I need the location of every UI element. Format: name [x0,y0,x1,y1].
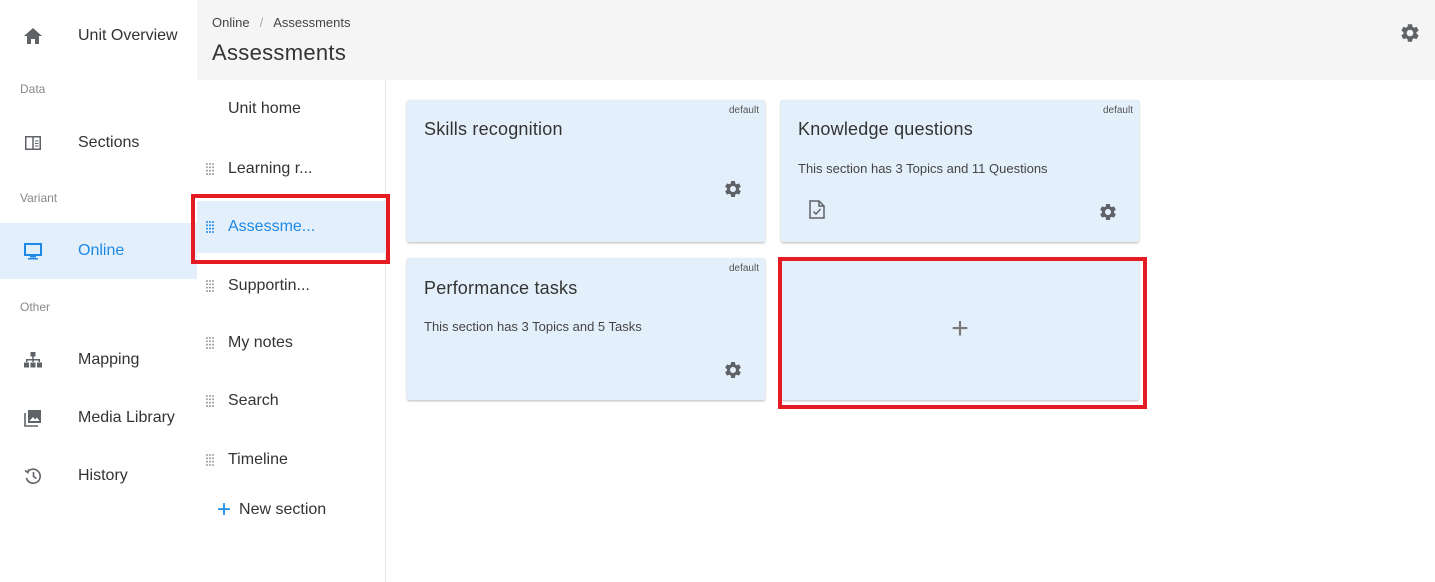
section-item-learning-resources[interactable]: Learning r... [197,143,386,195]
nav-label: Unit Overview [78,27,178,44]
section-item-my-notes[interactable]: My notes [197,317,386,369]
history-icon [22,465,44,487]
card-title: Knowledge questions [798,119,973,139]
nav-item-sections[interactable]: Sections [0,115,197,171]
card-description: This section has 3 Topics and 5 Tasks [424,319,642,334]
new-section-button[interactable]: + New section [217,496,327,523]
nav-item-media-library[interactable]: Media Library [0,390,197,446]
nav-item-online[interactable]: Online [0,223,197,279]
breadcrumb-separator: / [259,15,264,30]
section-card-skills-recognition[interactable]: default Skills recognition [407,100,765,242]
card-settings-gear-icon[interactable] [723,179,743,199]
sitemap-icon [22,349,44,371]
default-badge: default [728,263,759,274]
nav-group-data: Data [20,82,46,96]
nav-label: Online [78,242,125,259]
add-section-card[interactable]: + [781,258,1139,400]
page-header: Online / Assessments Assessments [197,0,1435,80]
drag-handle-icon[interactable] [205,453,215,467]
section-label: Assessme... [228,218,316,235]
left-navigation: Unit Overview Data Sections Variant Onli… [0,0,197,582]
section-label: Supportin... [228,277,310,294]
home-icon [22,25,44,47]
breadcrumb-online[interactable]: Online [212,15,250,30]
section-label: Unit home [228,100,301,117]
settings-gear-icon[interactable] [1399,22,1421,44]
section-item-timeline[interactable]: Timeline [197,434,386,486]
section-item-unit-home[interactable]: Unit home [197,83,386,135]
section-item-supporting[interactable]: Supportin... [197,260,386,312]
section-label: Search [228,392,279,409]
drag-handle-icon[interactable] [205,279,215,293]
plus-icon: + [217,496,232,523]
drag-handle-icon[interactable] [205,336,215,350]
section-label: Learning r... [228,160,313,177]
card-description: This section has 3 Topics and 11 Questio… [798,161,1048,176]
image-library-icon [22,407,44,429]
breadcrumb-assessments: Assessments [273,15,351,30]
card-settings-gear-icon[interactable] [723,360,743,380]
monitor-icon [22,240,44,262]
section-label: My notes [228,334,293,351]
section-card-knowledge-questions[interactable]: default Knowledge questions This section… [781,100,1139,242]
page-title: Assessments [212,40,347,65]
drag-handle-icon[interactable] [205,162,215,176]
card-settings-gear-icon[interactable] [1098,202,1118,222]
section-list: Unit home Learning r... Assessme... Supp… [197,80,386,582]
section-label: Timeline [228,451,288,468]
nav-item-history[interactable]: History [0,448,197,504]
nav-label: Media Library [78,409,175,426]
default-badge: default [728,105,759,116]
section-item-search[interactable]: Search [197,375,386,427]
nav-item-mapping[interactable]: Mapping [0,332,197,388]
document-check-icon [809,200,827,220]
plus-icon: + [951,312,969,345]
card-title: Performance tasks [424,278,578,298]
new-section-label: New section [239,501,327,518]
section-card-performance-tasks[interactable]: default Performance tasks This section h… [407,258,765,400]
nav-group-variant: Variant [20,191,58,205]
section-item-assessments[interactable]: Assessme... [197,201,386,253]
default-badge: default [1102,105,1133,116]
card-title: Skills recognition [424,119,563,139]
drag-handle-icon[interactable] [205,394,215,408]
nav-group-other: Other [20,300,51,314]
nav-label: Sections [78,134,140,151]
drag-handle-icon[interactable] [205,220,215,234]
nav-label: Mapping [78,351,140,368]
book-open-icon [22,132,44,154]
breadcrumb: Online / Assessments [212,15,351,30]
nav-item-unit-overview[interactable]: Unit Overview [0,8,197,64]
nav-label: History [78,467,128,484]
